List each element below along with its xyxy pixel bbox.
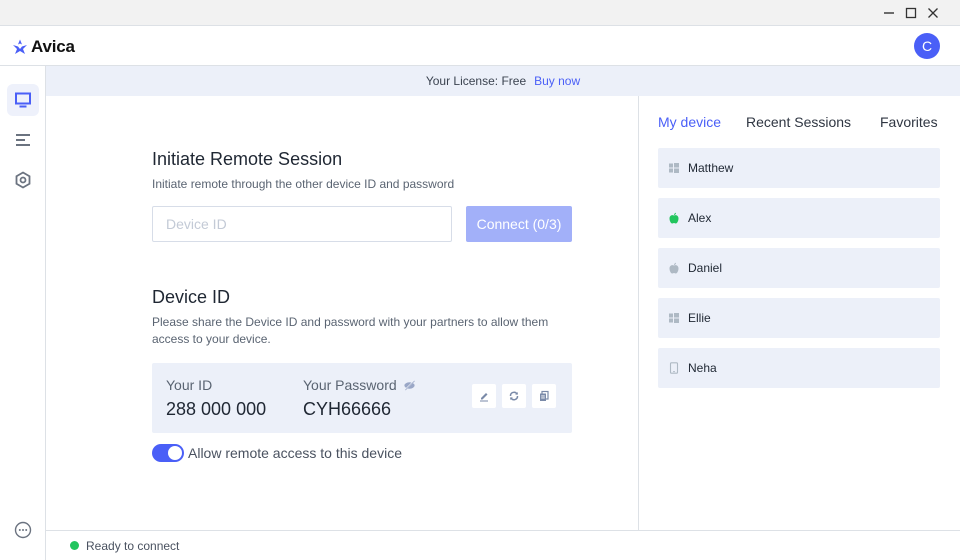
device-item-neha[interactable]: Neha: [658, 348, 940, 388]
maximize-button[interactable]: [902, 4, 920, 22]
your-id-value: 288 000 000: [166, 399, 267, 419]
status-indicator-dot: [70, 541, 79, 550]
apple-icon: [668, 262, 680, 274]
app-header: Avica C: [0, 26, 960, 66]
initiate-session-title: Initiate Remote Session: [152, 149, 343, 169]
user-avatar[interactable]: C: [914, 33, 940, 59]
tab-favorites[interactable]: Favorites: [880, 114, 938, 130]
apple-icon: [668, 212, 680, 224]
sidebar-item-settings[interactable]: [7, 164, 39, 196]
buy-now-link[interactable]: Buy now: [534, 74, 580, 88]
main-panel: Initiate Remote Session Initiate remote …: [46, 96, 639, 530]
device-id-description: Please share the Device ID and password …: [152, 315, 549, 346]
device-item-ellie[interactable]: Ellie: [658, 298, 940, 338]
title-bar: [0, 0, 960, 26]
app-name: Avica: [31, 37, 75, 56]
device-name: Daniel: [688, 261, 723, 275]
devices-panel: My device Recent Sessions Favorites Matt…: [640, 96, 960, 530]
device-name: Neha: [688, 361, 717, 375]
mobile-phone-icon: [668, 362, 680, 374]
edit-icon: [480, 393, 488, 402]
allow-remote-access-label: Allow remote access to this device: [188, 445, 402, 461]
sidebar-item-sessions[interactable]: [7, 124, 39, 156]
connect-button[interactable]: Connect (0/3): [466, 206, 572, 242]
eye-off-icon[interactable]: [403, 379, 416, 392]
tab-my-device[interactable]: My device: [658, 114, 721, 130]
more-icon[interactable]: [14, 521, 32, 539]
windows-icon: [668, 162, 680, 174]
toggle-knob: [168, 446, 182, 460]
device-name: Ellie: [688, 311, 711, 325]
copy-icon: [540, 390, 549, 401]
sidebar: [0, 66, 46, 560]
close-button[interactable]: [924, 4, 942, 22]
device-item-daniel[interactable]: Daniel: [658, 248, 940, 288]
status-bar: Ready to connect: [46, 530, 960, 560]
tab-recent-sessions[interactable]: Recent Sessions: [746, 114, 851, 130]
maximize-icon: [905, 7, 917, 19]
refresh-icon: [509, 391, 519, 401]
device-id-title: Device ID: [152, 287, 231, 307]
hexagon-settings-icon: [15, 171, 31, 189]
windows-icon: [668, 312, 680, 324]
minimize-button[interactable]: [880, 4, 898, 22]
your-password-label-text: Your Password: [303, 377, 397, 393]
sidebar-item-remote-desktop[interactable]: [7, 84, 39, 116]
device-id-input[interactable]: [152, 206, 452, 242]
device-name: Matthew: [688, 161, 734, 175]
monitor-icon: [15, 92, 31, 108]
initiate-session-subtitle: Initiate remote through the other device…: [152, 177, 455, 191]
copy-credentials-button[interactable]: [532, 384, 556, 408]
refresh-password-button[interactable]: [502, 384, 526, 408]
app-logo: Avica: [12, 37, 75, 57]
your-id-label-text: Your ID: [166, 377, 213, 393]
device-name: Alex: [688, 211, 712, 225]
device-credentials-card: Your ID 288 000 000 Your Password CYH666…: [152, 363, 572, 433]
minimize-icon: [884, 12, 894, 14]
your-password-label: Your Password: [303, 377, 416, 393]
device-item-alex[interactable]: Alex: [658, 198, 940, 238]
close-icon: [928, 8, 938, 18]
list-icon: [16, 134, 30, 146]
avica-logo-icon: [13, 39, 27, 54]
device-item-matthew[interactable]: Matthew: [658, 148, 940, 188]
your-id-label: Your ID: [166, 377, 212, 393]
your-password-value: CYH66666: [303, 399, 392, 419]
license-bar: Your License: Free Buy now: [46, 66, 960, 96]
edit-password-button[interactable]: [472, 384, 496, 408]
allow-remote-access-toggle[interactable]: [152, 444, 184, 462]
license-text: Your License: Free: [425, 74, 527, 88]
status-text: Ready to connect: [86, 538, 180, 553]
